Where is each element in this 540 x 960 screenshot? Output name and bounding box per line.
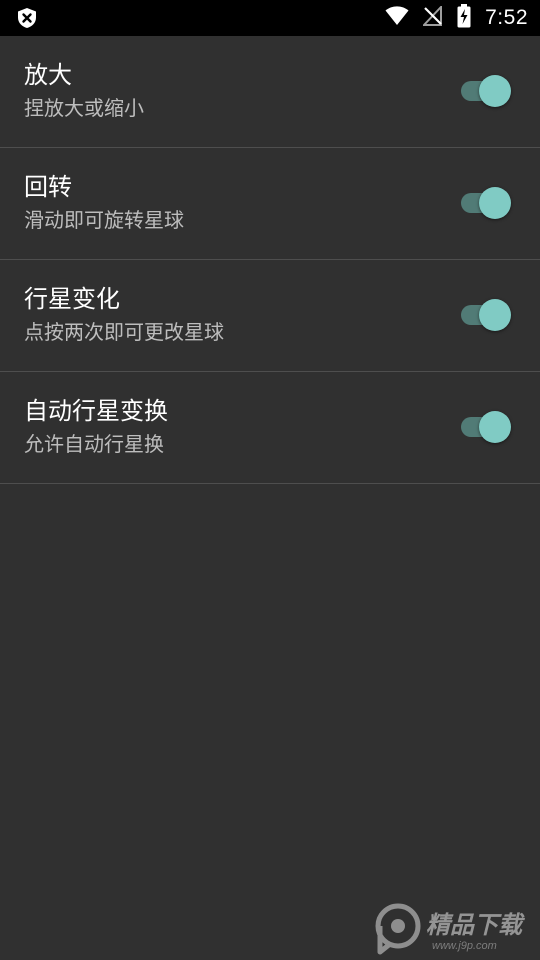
planet-change-toggle-switch[interactable]	[459, 299, 513, 331]
toggle-thumb[interactable]	[479, 411, 511, 443]
rotate-toggle-switch[interactable]	[459, 187, 513, 219]
status-bar: 7:52	[0, 0, 540, 36]
setting-row-auto-planet-switch[interactable]: 自动行星变换 允许自动行星换	[0, 372, 540, 484]
setting-title: 放大	[24, 61, 72, 89]
shield-x-icon	[16, 7, 38, 29]
wifi-icon	[385, 6, 409, 30]
setting-summary: 捏放大或缩小	[24, 96, 144, 120]
setting-title: 回转	[24, 173, 72, 201]
setting-summary: 滑动即可旋转星球	[24, 208, 184, 232]
no-signal-icon	[421, 4, 443, 30]
toggle-thumb[interactable]	[479, 75, 511, 107]
zoom-toggle-switch[interactable]	[459, 75, 513, 107]
setting-row-zoom[interactable]: 放大 捏放大或缩小	[0, 36, 540, 148]
setting-summary: 允许自动行星换	[24, 432, 164, 456]
setting-summary: 点按两次即可更改星球	[24, 320, 224, 344]
setting-title: 行星变化	[24, 285, 120, 313]
toggle-thumb[interactable]	[479, 187, 511, 219]
toggle-thumb[interactable]	[479, 299, 511, 331]
setting-row-planet-change[interactable]: 行星变化 点按两次即可更改星球	[0, 260, 540, 372]
setting-title: 自动行星变换	[24, 397, 168, 425]
clock-time: 7:52	[485, 6, 528, 29]
settings-list: 放大 捏放大或缩小 回转 滑动即可旋转星球 行星变化 点按两次即可更改星球 自动…	[0, 36, 540, 484]
watermark-text: 精品下载	[426, 911, 526, 939]
auto-planet-switch-toggle-switch[interactable]	[459, 411, 513, 443]
watermark-url: www.j9p.com	[432, 940, 497, 952]
setting-row-rotate[interactable]: 回转 滑动即可旋转星球	[0, 148, 540, 260]
watermark-logo: 精品下载 www.j9p.com	[372, 902, 536, 956]
battery-charging-icon	[457, 4, 471, 32]
